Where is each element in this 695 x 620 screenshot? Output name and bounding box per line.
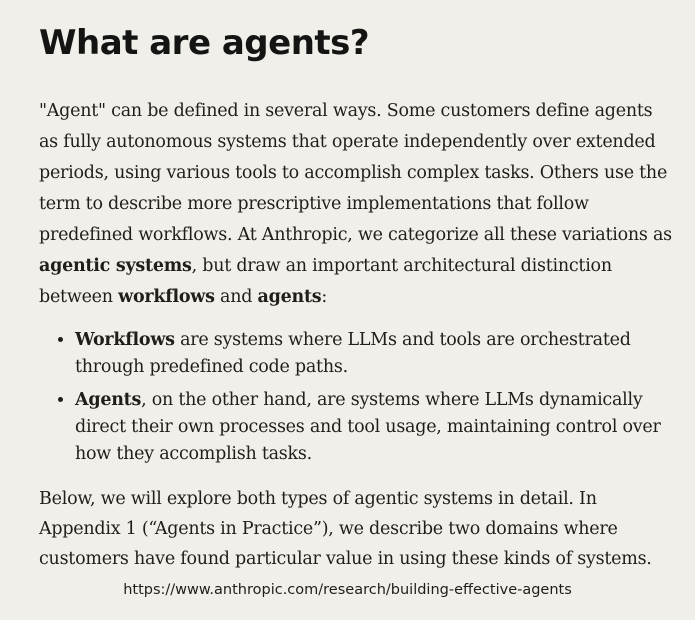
intro-text-4: :	[321, 287, 328, 307]
intro-text-1: "Agent" can be defined in several ways. …	[39, 101, 672, 245]
outro-paragraph: Below, we will explore both types of age…	[39, 489, 652, 569]
definition-list: Workflows are systems where LLMs and too…	[39, 327, 675, 468]
page-title: What are agents?	[39, 23, 370, 63]
article: What are agents? "Agent" can be defined …	[0, 0, 695, 620]
list-item-term: Workflows	[75, 330, 175, 350]
source-url: https://www.anthropic.com/research/build…	[123, 582, 572, 598]
intro-text-3: and	[214, 287, 258, 307]
term-agents: agents	[257, 287, 322, 307]
list-item-text: , on the other hand, are systems where L…	[75, 390, 661, 464]
list-item: Agents, on the other hand, are systems w…	[75, 387, 675, 468]
term-workflows: workflows	[118, 287, 215, 307]
list-item-term: Agents	[75, 390, 142, 410]
intro-paragraph: "Agent" can be defined in several ways. …	[39, 96, 675, 313]
list-item: Workflows are systems where LLMs and too…	[75, 327, 675, 381]
term-agentic-systems: agentic systems	[39, 256, 192, 276]
